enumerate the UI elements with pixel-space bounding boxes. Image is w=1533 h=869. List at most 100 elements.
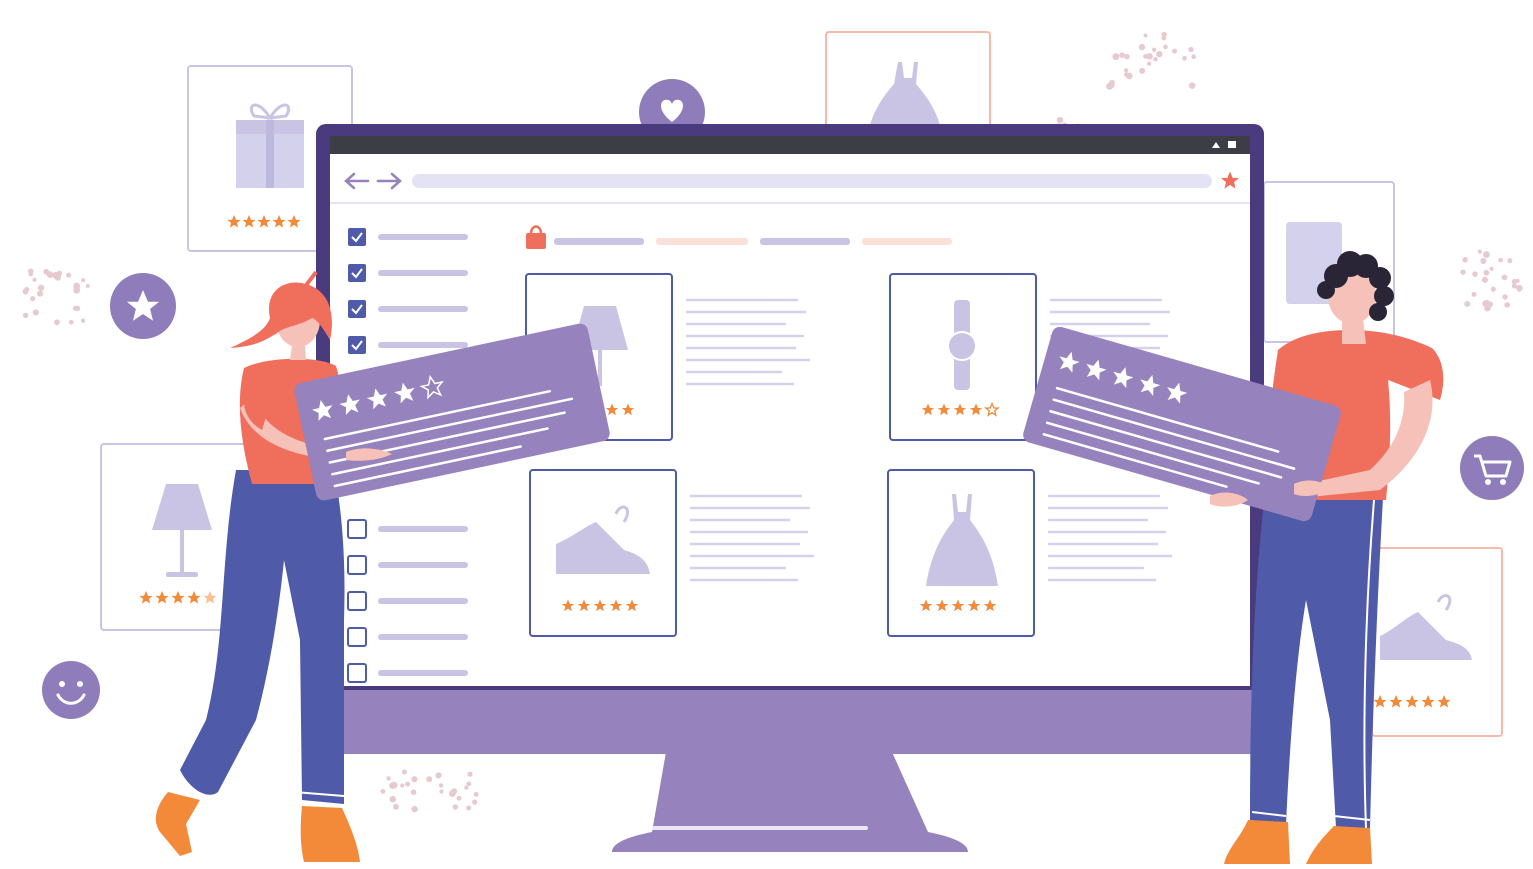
category-tab[interactable] — [760, 238, 850, 245]
decorative-dot — [1462, 257, 1468, 263]
decorative-dot — [1156, 50, 1163, 58]
decorative-dot — [32, 309, 39, 316]
decorative-dot — [30, 296, 36, 302]
filter-label — [378, 562, 468, 568]
shoe — [1306, 826, 1372, 864]
decorative-dot — [1126, 72, 1133, 80]
decorative-dot — [1501, 274, 1508, 281]
product-card[interactable] — [889, 273, 1037, 441]
filter-label — [378, 598, 468, 604]
decorative-dot — [1056, 116, 1064, 124]
decorative-dot — [1138, 43, 1146, 51]
decorative-dot — [1498, 257, 1503, 263]
decorative-dot — [1471, 291, 1477, 297]
decorative-dot — [411, 776, 418, 783]
decorative-dot — [1502, 294, 1508, 300]
decorative-dot — [1490, 286, 1496, 292]
decorative-dot — [466, 781, 472, 787]
decorative-dot — [380, 789, 386, 794]
decorative-dot — [473, 791, 479, 797]
window-titlebar — [330, 136, 1250, 154]
decorative-dot — [37, 284, 45, 291]
smiley-icon — [42, 661, 100, 719]
decorative-dot — [1472, 271, 1478, 277]
checkbox-unchecked[interactable] — [347, 555, 367, 575]
decorative-dot — [1460, 269, 1466, 275]
monitor-chin — [316, 690, 1264, 754]
shoe — [155, 792, 200, 856]
decorative-dot — [389, 795, 397, 803]
shoe — [1224, 820, 1290, 864]
decorative-dot — [22, 312, 29, 319]
decorative-dot — [1146, 61, 1152, 66]
star-badge-icon — [110, 273, 176, 339]
decorative-dot — [1481, 276, 1488, 283]
filter-label — [378, 670, 468, 676]
decorative-dot — [1477, 249, 1482, 254]
filter-label — [378, 234, 468, 240]
decorative-dot — [405, 781, 411, 787]
category-tab[interactable] — [554, 238, 644, 245]
decorative-dot — [1143, 33, 1148, 38]
floating-card-sneaker — [1371, 547, 1503, 737]
filter-label — [378, 306, 468, 312]
decorative-dot — [466, 805, 472, 811]
decorative-dot — [22, 288, 29, 295]
filter-label — [378, 342, 468, 348]
decorative-dot — [1112, 53, 1120, 61]
decorative-dot — [456, 795, 462, 801]
checkbox-checked[interactable] — [348, 300, 366, 318]
decorative-dot — [43, 268, 50, 275]
decorative-dot — [1482, 251, 1490, 258]
floating-card-dress — [825, 31, 991, 133]
decorative-dot — [1139, 67, 1146, 74]
cart-badge-icon — [1460, 436, 1524, 500]
decorative-dot — [1172, 48, 1178, 54]
checkbox-unchecked[interactable] — [347, 627, 367, 647]
decorative-dot — [451, 788, 458, 794]
window-maximize-icon[interactable] — [1228, 141, 1236, 148]
decorative-dot — [1109, 83, 1115, 88]
decorative-dot — [411, 805, 418, 813]
decorative-dot — [1161, 35, 1167, 41]
decorative-dot — [1482, 300, 1488, 307]
decorative-dot — [410, 789, 417, 796]
category-tab[interactable] — [656, 238, 748, 245]
decorative-dot — [1483, 269, 1490, 276]
decorative-dot — [452, 804, 459, 810]
decorative-dot — [1504, 302, 1511, 308]
checkbox-checked[interactable] — [348, 228, 366, 246]
filter-label — [378, 270, 468, 276]
decorative-dot — [68, 319, 74, 325]
decorative-dot — [393, 803, 399, 810]
category-tab[interactable] — [862, 238, 952, 245]
decorative-dot — [464, 785, 469, 790]
decorative-dot — [1507, 258, 1513, 264]
address-bar[interactable] — [412, 174, 1212, 188]
decorative-dot — [1153, 56, 1158, 62]
decorative-dot — [435, 772, 442, 779]
product-card[interactable] — [887, 469, 1035, 637]
decorative-dot — [28, 271, 34, 277]
decorative-dot — [73, 286, 81, 294]
decorative-dot — [1119, 52, 1125, 58]
filter-label — [378, 634, 468, 640]
monitor — [316, 124, 1264, 852]
checkbox-unchecked[interactable] — [347, 591, 367, 611]
checkbox-unchecked[interactable] — [347, 663, 367, 683]
decorative-dot — [1124, 53, 1130, 60]
decorative-dot — [1163, 44, 1168, 50]
shoe — [300, 806, 360, 862]
product-card[interactable] — [529, 469, 677, 637]
decorative-dot — [426, 776, 433, 783]
checkbox-checked[interactable] — [348, 336, 366, 354]
checkbox-unchecked[interactable] — [347, 519, 367, 539]
decorative-dot — [85, 283, 90, 288]
decorative-dot — [32, 277, 37, 282]
decorative-dot — [1123, 68, 1129, 73]
decorative-dot — [66, 272, 72, 278]
checkbox-checked[interactable] — [348, 264, 366, 282]
ecommerce-review-illustration — [22, 31, 1524, 864]
decorative-dot — [56, 271, 62, 277]
decorative-dot — [438, 783, 444, 788]
